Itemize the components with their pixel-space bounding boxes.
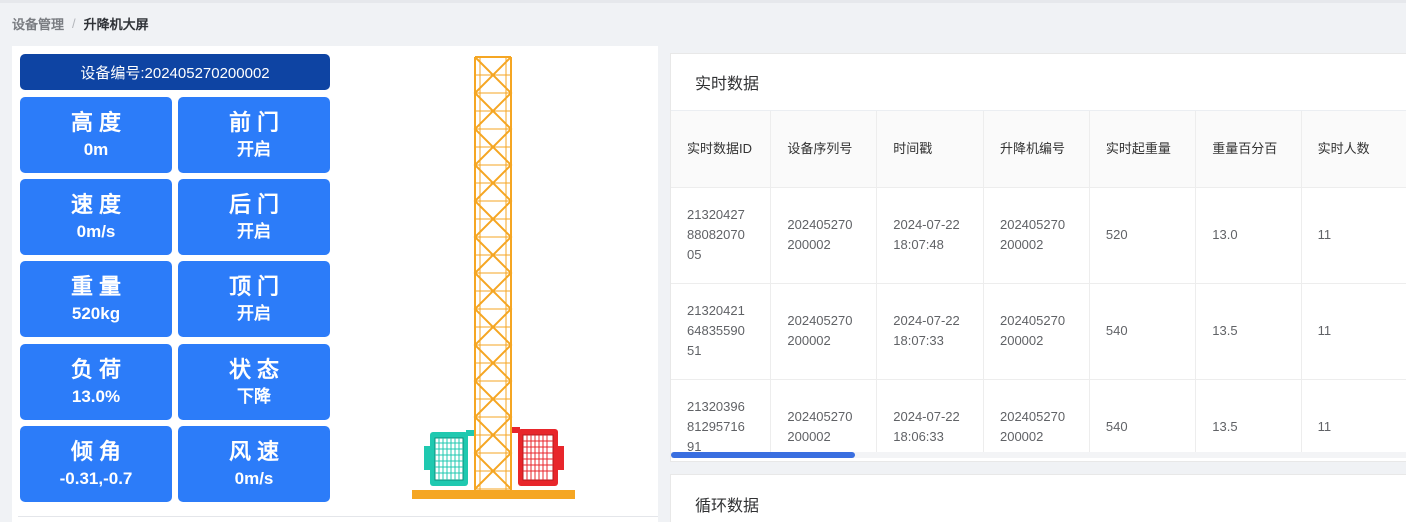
column-header-serial[interactable]: 设备序列号 (770, 111, 878, 188)
column-header-timestamp[interactable]: 时间戳 (876, 111, 984, 188)
breadcrumb-separator: / (72, 15, 76, 31)
horizontal-scrollbar[interactable] (671, 452, 1406, 458)
tile-value: 0m/s (234, 469, 274, 488)
device-id-banner: 设备编号:202405270200002 (20, 54, 330, 90)
cell-elevator-no: 202405270 200002 (983, 187, 1090, 284)
tile-top-door: 顶门 开启 (178, 261, 330, 337)
tile-load: 负荷 13.0% (20, 344, 172, 420)
tile-label: 状态 (228, 357, 285, 382)
column-header-people-count[interactable]: 实时人数 (1301, 111, 1406, 188)
scrollbar-thumb[interactable] (671, 452, 855, 458)
cab-right (512, 427, 564, 486)
realtime-card-title: 实时数据 (671, 54, 1406, 111)
tile-rear-door: 后门 开启 (178, 179, 330, 255)
cell-load-weight: 540 (1089, 283, 1197, 380)
cell-timestamp: 2024-07-22 18:07:33 (876, 283, 984, 380)
cell-load-weight: 540 (1089, 379, 1197, 453)
cell-timestamp: 2024-07-22 18:06:33 (876, 379, 984, 453)
realtime-data-card: 实时数据 实时数据ID 设备序列号 时间戳 升降机编号 实时起重量 重量百分百 … (670, 53, 1406, 462)
cycle-data-card: 循环数据 (670, 474, 1406, 522)
table-row[interactable]: 21320396 81295716 91 202405270 200002 20… (671, 379, 1406, 453)
tile-label: 前门 (228, 110, 285, 135)
breadcrumb-current: 升降机大屏 (83, 16, 149, 32)
breadcrumb: 设备管理 / 升降机大屏 (0, 3, 1406, 43)
tile-weight: 重量 520kg (20, 261, 172, 337)
cell-people-count: 11 (1301, 283, 1406, 380)
tile-value: 下降 (237, 387, 271, 406)
breadcrumb-parent[interactable]: 设备管理 (12, 14, 64, 33)
tile-value: 0m (83, 140, 109, 159)
cell-people-count: 11 (1301, 187, 1406, 284)
cell-load-weight: 520 (1089, 187, 1197, 284)
cell-serial: 202405270 200002 (770, 379, 878, 453)
cell-timestamp: 2024-07-22 18:07:48 (876, 187, 984, 284)
cell-elevator-no: 202405270 200002 (983, 283, 1090, 380)
tile-wind-speed: 风速 0m/s (178, 426, 330, 502)
panel-divider (18, 516, 658, 517)
tile-speed: 速度 0m/s (20, 179, 172, 255)
realtime-table: 实时数据ID 设备序列号 时间戳 升降机编号 实时起重量 重量百分百 实时人数 … (671, 111, 1406, 453)
tile-value: 520kg (71, 304, 121, 323)
cell-weight-percent: 13.5 (1195, 283, 1302, 380)
cell-people-count: 11 (1301, 379, 1406, 453)
tile-value: 0m/s (76, 222, 116, 241)
column-header-elevator-no[interactable]: 升降机编号 (983, 111, 1090, 188)
tile-value: 开启 (237, 222, 271, 241)
tile-value: -0.31,-0.7 (59, 469, 133, 488)
cell-weight-percent: 13.0 (1195, 187, 1302, 284)
tile-value: 13.0% (71, 387, 121, 406)
tile-height: 高度 0m (20, 97, 172, 173)
table-header-row: 实时数据ID 设备序列号 时间戳 升降机编号 实时起重量 重量百分百 实时人数 (671, 111, 1406, 188)
cell-id: 21320421 64835590 51 (671, 283, 772, 380)
tile-label: 高度 (70, 110, 127, 135)
cycle-card-title: 循环数据 (695, 498, 760, 515)
tile-value: 开启 (237, 304, 271, 323)
hoist-tower-illustration (412, 56, 575, 499)
tile-label: 速度 (70, 192, 127, 217)
cell-weight-percent: 13.5 (1195, 379, 1302, 453)
column-header-id[interactable]: 实时数据ID (671, 111, 772, 188)
column-header-load-weight[interactable]: 实时起重量 (1089, 111, 1197, 188)
cell-serial: 202405270 200002 (770, 283, 878, 380)
tile-label: 负荷 (70, 357, 127, 382)
realtime-table-wrap[interactable]: 实时数据ID 设备序列号 时间戳 升降机编号 实时起重量 重量百分百 实时人数 … (671, 111, 1406, 453)
tile-status: 状态 下降 (178, 344, 330, 420)
tower-base (412, 490, 575, 499)
tile-front-door: 前门 开启 (178, 97, 330, 173)
tile-tilt: 倾角 -0.31,-0.7 (20, 426, 172, 502)
tile-value: 开启 (237, 140, 271, 159)
tile-label: 风速 (228, 439, 285, 464)
cell-id: 21320396 81295716 91 (671, 379, 772, 453)
table-row[interactable]: 21320421 64835590 51 202405270 200002 20… (671, 283, 1406, 380)
tile-label: 顶门 (228, 274, 285, 299)
tile-label: 倾角 (70, 439, 127, 464)
table-row[interactable]: 21320427 88082070 05 202405270 200002 20… (671, 187, 1406, 284)
cab-left (424, 430, 474, 486)
cell-elevator-no: 202405270 200002 (983, 379, 1090, 453)
tile-label: 重量 (70, 274, 127, 299)
cell-id: 21320427 88082070 05 (671, 187, 772, 284)
tile-label: 后门 (228, 192, 285, 217)
column-header-weight-percent[interactable]: 重量百分百 (1195, 111, 1302, 188)
cell-serial: 202405270 200002 (770, 187, 878, 284)
tower-mast (473, 56, 513, 494)
